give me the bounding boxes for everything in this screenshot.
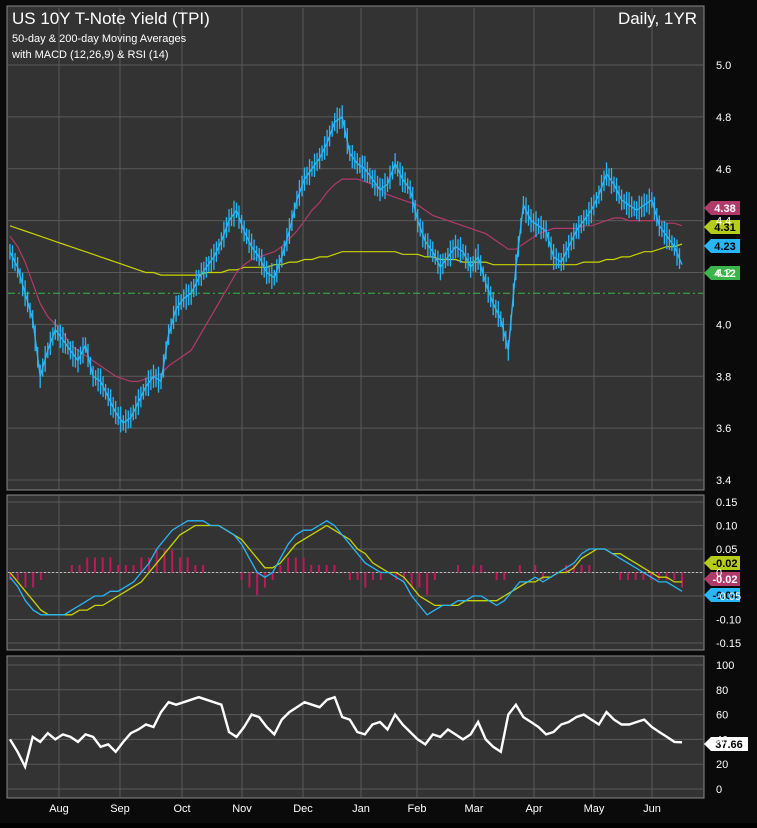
price-y-tick: 3.8 (716, 371, 731, 383)
chart-svg: 4.384.314.234.12 -0.02-0.02-0.04 37.66 A… (6, 5, 748, 815)
price-panel (6, 5, 705, 491)
x-tick-may: May (584, 803, 605, 815)
x-tick-nov: Nov (232, 803, 252, 815)
macd-y-tick: -0.10 (716, 615, 741, 627)
macd-y-tick: 0 (716, 568, 722, 580)
price-y-tick: 3.4 (716, 475, 731, 487)
price-y-tick: 4.2 (716, 268, 731, 280)
chart-canvas: 4.38 4.31 4.23 4.12 -0.02 -0.02 -0.04 37.66 A… (0, 0, 757, 823)
price-y-tick: 4.8 (716, 112, 731, 124)
macd-y-tick: -0.15 (716, 638, 741, 650)
x-tick-apr: Apr (525, 803, 542, 815)
tag-price: 4.23 (704, 239, 740, 253)
price-y-tick: 4.4 (716, 216, 731, 228)
x-tick-jan: Jan (352, 803, 370, 815)
chart-subtitle-2: with MACD (12,26,9) & RSI (14) (11, 49, 169, 61)
price-y-tick: 5.0 (716, 60, 731, 72)
macd-y-tick: 0.10 (716, 521, 737, 533)
chart-period: Daily, 1YR (618, 9, 697, 28)
macd-y-tick: 0.05 (716, 544, 737, 556)
tag-ma50: 4.38 (704, 201, 740, 215)
chart-subtitle-1: 50-day & 200-day Moving Averages (12, 33, 187, 45)
macd-y-tick: -0.05 (716, 591, 741, 603)
rsi-y-tick: 80 (716, 685, 728, 697)
x-tick-sep: Sep (110, 803, 130, 815)
price-y-tick: 4.6 (716, 164, 731, 176)
macd-y-tick: 0.15 (716, 497, 737, 509)
x-tick-jun: Jun (643, 803, 661, 815)
svg-text:4.23: 4.23 (714, 241, 735, 253)
x-tick-mar: Mar (465, 803, 484, 815)
price-y-tick: 3.6 (716, 423, 731, 435)
x-tick-dec: Dec (293, 803, 313, 815)
rsi-y-tick: 0 (716, 784, 722, 796)
x-tick-feb: Feb (408, 803, 427, 815)
price-y-tick: 4.0 (716, 319, 731, 331)
rsi-y-tick: 100 (716, 660, 734, 672)
chart-title: US 10Y T-Note Yield (TPI) (12, 9, 210, 28)
rsi-y-tick: 60 (716, 710, 728, 722)
rsi-y-tick: 20 (716, 759, 728, 771)
x-tick-oct: Oct (173, 803, 190, 815)
svg-text:4.38: 4.38 (714, 203, 735, 215)
x-tick-aug: Aug (49, 803, 69, 815)
rsi-y-tick: 40 (716, 734, 728, 746)
